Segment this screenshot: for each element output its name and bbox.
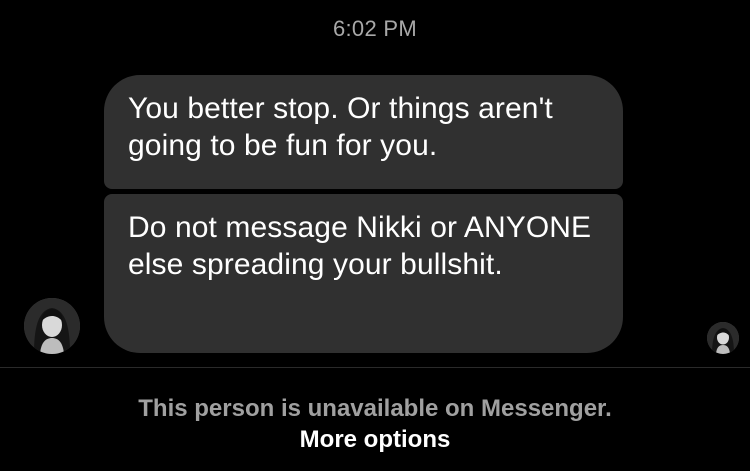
unavailable-status-text: This person is unavailable on Messenger.	[138, 395, 612, 422]
more-options-link[interactable]: More options	[0, 426, 750, 454]
message-timestamp: 6:02 PM	[332, 16, 418, 41]
sender-avatar-image	[24, 298, 80, 354]
sender-avatar[interactable]	[24, 298, 80, 354]
seen-avatar-image	[707, 322, 739, 354]
message-bubble-1[interactable]: You better stop. Or things aren't going …	[104, 75, 623, 189]
message-text-2: Do not message Nikki or ANYONE else spre…	[128, 211, 592, 281]
composer-divider	[0, 367, 750, 368]
seen-receipt-avatar	[707, 322, 739, 354]
message-bubble-2[interactable]: Do not message Nikki or ANYONE else spre…	[104, 194, 623, 353]
message-text-1: You better stop. Or things aren't going …	[128, 92, 553, 162]
